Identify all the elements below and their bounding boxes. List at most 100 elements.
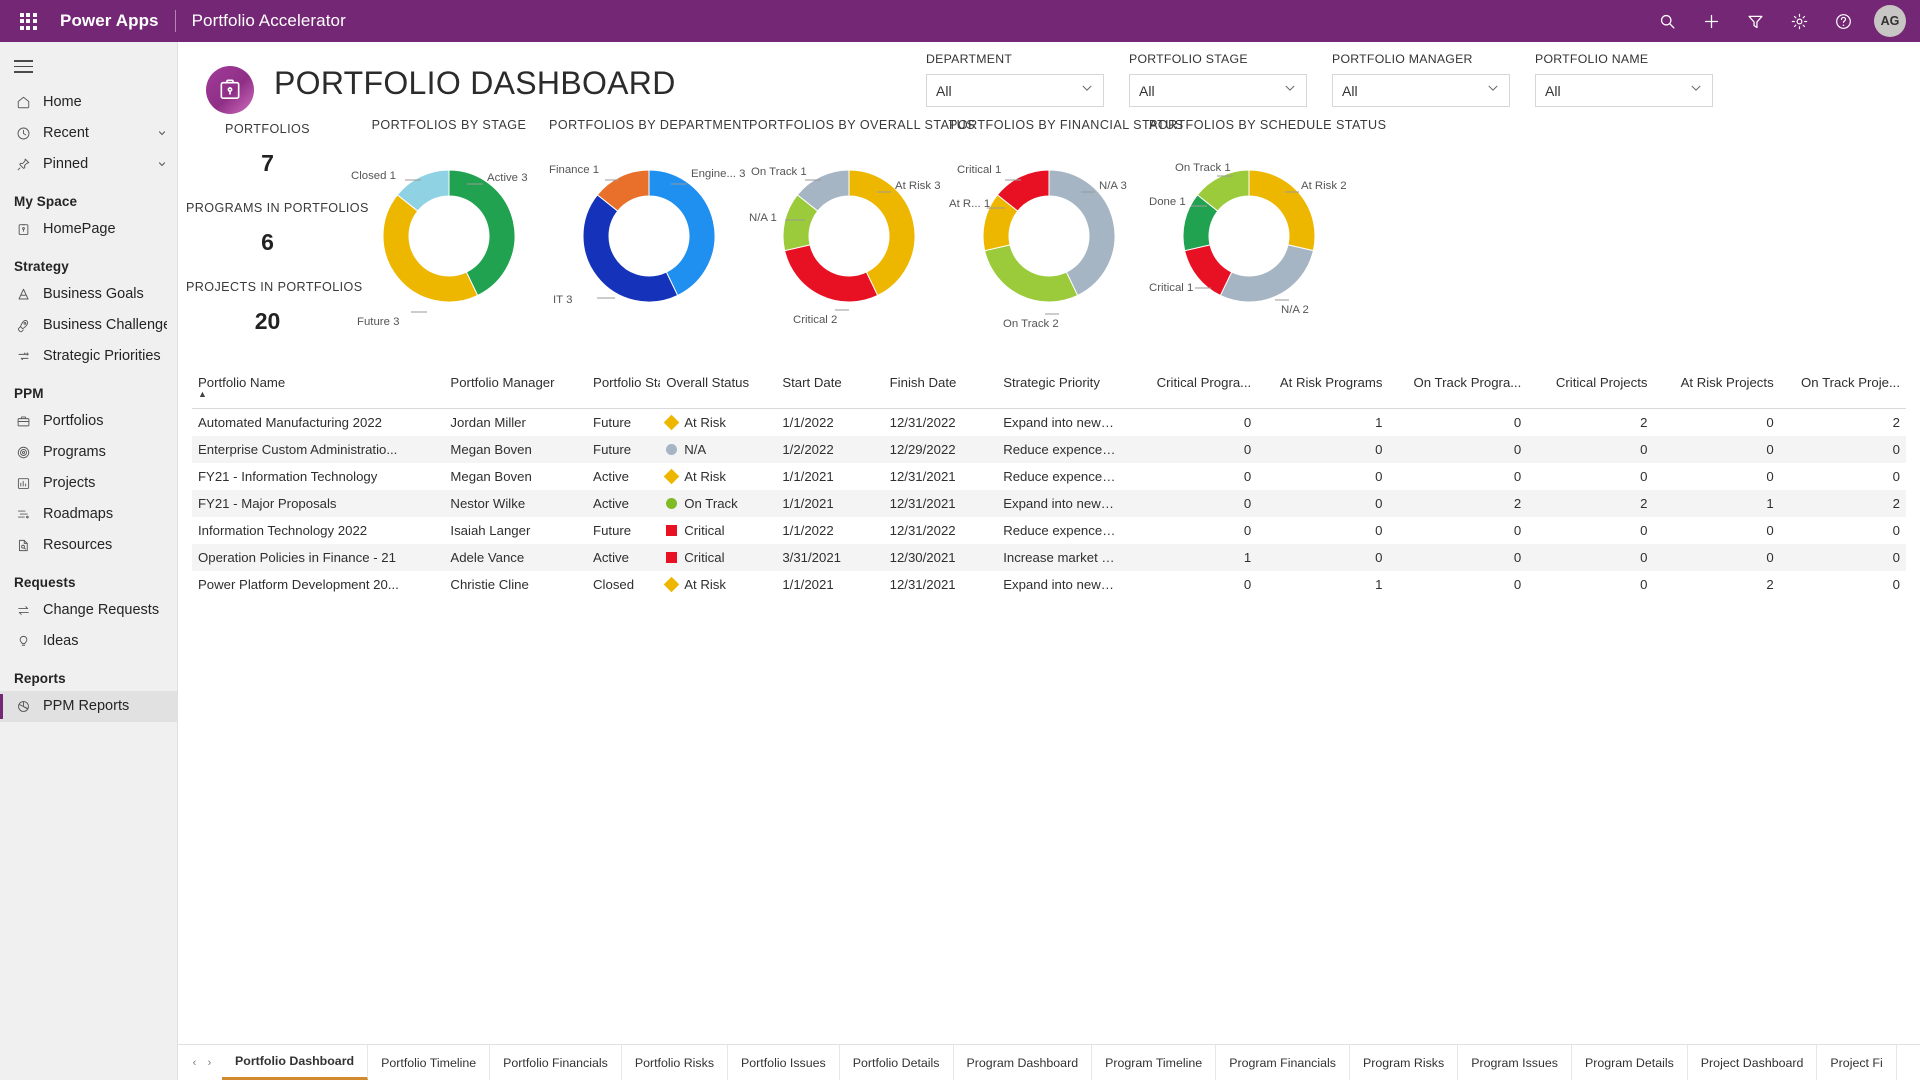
- sidebar-item-business-goals[interactable]: Business Goals: [0, 279, 177, 310]
- filter-department-dropdown[interactable]: All: [926, 74, 1104, 107]
- sidebar-item-resources[interactable]: Resources: [0, 530, 177, 561]
- table-row[interactable]: Enterprise Custom Administratio...Megan …: [192, 436, 1906, 463]
- chevron-down-icon[interactable]: [1689, 81, 1703, 100]
- cell-portfolio-manager: Megan Boven: [444, 436, 587, 463]
- avatar[interactable]: AG: [1874, 5, 1906, 37]
- column-header[interactable]: On Track Proje...: [1780, 369, 1906, 409]
- help-icon[interactable]: [1824, 2, 1862, 40]
- slice-name: Future: [357, 316, 390, 328]
- sidebar-item-label: Business Challenges: [43, 317, 167, 333]
- tab-portfolio-risks[interactable]: Portfolio Risks: [622, 1045, 728, 1080]
- tab-project-fi[interactable]: Project Fi: [1817, 1045, 1896, 1080]
- filter-value: All: [1139, 83, 1155, 99]
- sidebar-item-ppm-reports[interactable]: PPM Reports: [0, 691, 177, 722]
- filter-icon[interactable]: [1736, 2, 1774, 40]
- sidebar-item-programs[interactable]: Programs: [0, 437, 177, 468]
- hamburger-menu-icon[interactable]: [0, 46, 177, 87]
- filter-portfolio-stage-dropdown[interactable]: All: [1129, 74, 1307, 107]
- sidebar-item-homepage[interactable]: HomePage: [0, 214, 177, 245]
- column-header[interactable]: At Risk Projects: [1653, 369, 1779, 409]
- column-header[interactable]: Portfolio Name▲: [192, 369, 444, 409]
- donut-chart[interactable]: N/A 3On Track 2At R... 1Critical 1: [949, 136, 1149, 336]
- filter-portfolio-manager: PORTFOLIO MANAGERAll: [1332, 52, 1510, 107]
- tab-program-financials[interactable]: Program Financials: [1216, 1045, 1350, 1080]
- table-row[interactable]: FY21 - Major ProposalsNestor WilkeActive…: [192, 490, 1906, 517]
- cell-portfolio-name: Information Technology 2022: [192, 517, 444, 544]
- cell-on-track-projects: 2: [1780, 409, 1906, 437]
- sidebar-item-ideas[interactable]: Ideas: [0, 626, 177, 657]
- cell-critical-programs: 0: [1123, 517, 1257, 544]
- app-name-label[interactable]: Portfolio Accelerator: [192, 11, 346, 31]
- column-header[interactable]: Critical Progra...: [1123, 369, 1257, 409]
- column-header[interactable]: On Track Progra...: [1388, 369, 1527, 409]
- table-row[interactable]: Power Platform Development 20...Christie…: [192, 571, 1906, 598]
- tab-portfolio-financials[interactable]: Portfolio Financials: [490, 1045, 622, 1080]
- gear-icon[interactable]: [1780, 2, 1818, 40]
- chevron-down-icon[interactable]: [1080, 81, 1094, 100]
- table-row[interactable]: Information Technology 2022Isaiah Langer…: [192, 517, 1906, 544]
- tab-next-arrow[interactable]: ›: [203, 1057, 216, 1069]
- column-header[interactable]: Strategic Priority: [997, 369, 1123, 409]
- tab-prev-arrow[interactable]: ‹: [188, 1057, 201, 1069]
- donut-chart[interactable]: At Risk 2N/A 2Critical 1Done 1On Track 1: [1149, 136, 1349, 336]
- sidebar-item-strategic-priorities[interactable]: Strategic Priorities: [0, 341, 177, 372]
- donut-chart[interactable]: Active 3Future 3Closed 1: [349, 136, 549, 336]
- sidebar-item-business-challenges[interactable]: Business Challenges: [0, 310, 177, 341]
- sidebar-item-roadmaps[interactable]: Roadmaps: [0, 499, 177, 530]
- tab-portfolio-dashboard[interactable]: Portfolio Dashboard: [222, 1045, 368, 1080]
- resources-icon: [12, 536, 34, 554]
- column-header[interactable]: At Risk Programs: [1257, 369, 1388, 409]
- slice-value: 2: [1052, 318, 1058, 330]
- cell-portfolio-stage: Active: [587, 463, 660, 490]
- column-header[interactable]: Portfolio Manager: [444, 369, 587, 409]
- slice-name: At R...: [949, 198, 981, 210]
- chart-title: PORTFOLIOS BY OVERALL STATUS: [749, 118, 949, 132]
- column-header-label: Start Date: [782, 375, 841, 390]
- tab-program-details[interactable]: Program Details: [1572, 1045, 1688, 1080]
- tab-portfolio-timeline[interactable]: Portfolio Timeline: [368, 1045, 490, 1080]
- chevron-down-icon[interactable]: [157, 159, 167, 169]
- tab-project-dashboard[interactable]: Project Dashboard: [1688, 1045, 1818, 1080]
- chevron-down-icon[interactable]: [1486, 81, 1500, 100]
- sidebar-item-home[interactable]: Home: [0, 87, 177, 118]
- report-icon: [12, 697, 34, 715]
- sidebar-item-portfolios[interactable]: Portfolios: [0, 406, 177, 437]
- column-header[interactable]: Start Date: [776, 369, 883, 409]
- table-row[interactable]: Automated Manufacturing 2022Jordan Mille…: [192, 409, 1906, 437]
- table-row[interactable]: FY21 - Information TechnologyMegan Boven…: [192, 463, 1906, 490]
- app-launcher-icon[interactable]: [14, 7, 42, 35]
- brand-label[interactable]: Power Apps: [60, 11, 159, 31]
- donut-chart[interactable]: At Risk 3Critical 2On Track 1N/A 1: [749, 136, 949, 336]
- tab-program-dashboard[interactable]: Program Dashboard: [954, 1045, 1093, 1080]
- tab-label: Program Details: [1585, 1056, 1674, 1070]
- column-header[interactable]: Finish Date: [884, 369, 998, 409]
- sidebar-item-pinned[interactable]: Pinned: [0, 149, 177, 180]
- tab-label: Portfolio Issues: [741, 1056, 826, 1070]
- tab-program-risks[interactable]: Program Risks: [1350, 1045, 1458, 1080]
- tab-portfolio-issues[interactable]: Portfolio Issues: [728, 1045, 840, 1080]
- sidebar-item-recent[interactable]: Recent: [0, 118, 177, 149]
- filter-portfolio-name-dropdown[interactable]: All: [1535, 74, 1713, 107]
- cell-at-risk-projects: 1: [1653, 490, 1779, 517]
- chevron-down-icon[interactable]: [1283, 81, 1297, 100]
- cell-portfolio-stage: Future: [587, 517, 660, 544]
- plus-icon[interactable]: [1692, 2, 1730, 40]
- column-header[interactable]: Overall Status: [660, 369, 776, 409]
- sidebar-item-projects[interactable]: Projects: [0, 468, 177, 499]
- cell-portfolio-name: Operation Policies in Finance - 21: [192, 544, 444, 571]
- cell-critical-programs: 0: [1123, 409, 1257, 437]
- cell-at-risk-programs: 0: [1257, 463, 1388, 490]
- donut-chart[interactable]: Engine... 3IT 3Finance 1: [549, 136, 749, 336]
- search-icon[interactable]: [1648, 2, 1686, 40]
- tab-portfolio-details[interactable]: Portfolio Details: [840, 1045, 954, 1080]
- filter-portfolio-manager-dropdown[interactable]: All: [1332, 74, 1510, 107]
- column-header[interactable]: Critical Projects: [1527, 369, 1653, 409]
- column-header[interactable]: Portfolio Sta...: [587, 369, 660, 409]
- chevron-down-icon[interactable]: [157, 128, 167, 138]
- exchange-icon: [12, 601, 34, 619]
- tab-program-issues[interactable]: Program Issues: [1458, 1045, 1572, 1080]
- tab-program-timeline[interactable]: Program Timeline: [1092, 1045, 1216, 1080]
- cell-on-track-programs: 0: [1388, 544, 1527, 571]
- table-row[interactable]: Operation Policies in Finance - 21Adele …: [192, 544, 1906, 571]
- sidebar-item-change-requests[interactable]: Change Requests: [0, 595, 177, 626]
